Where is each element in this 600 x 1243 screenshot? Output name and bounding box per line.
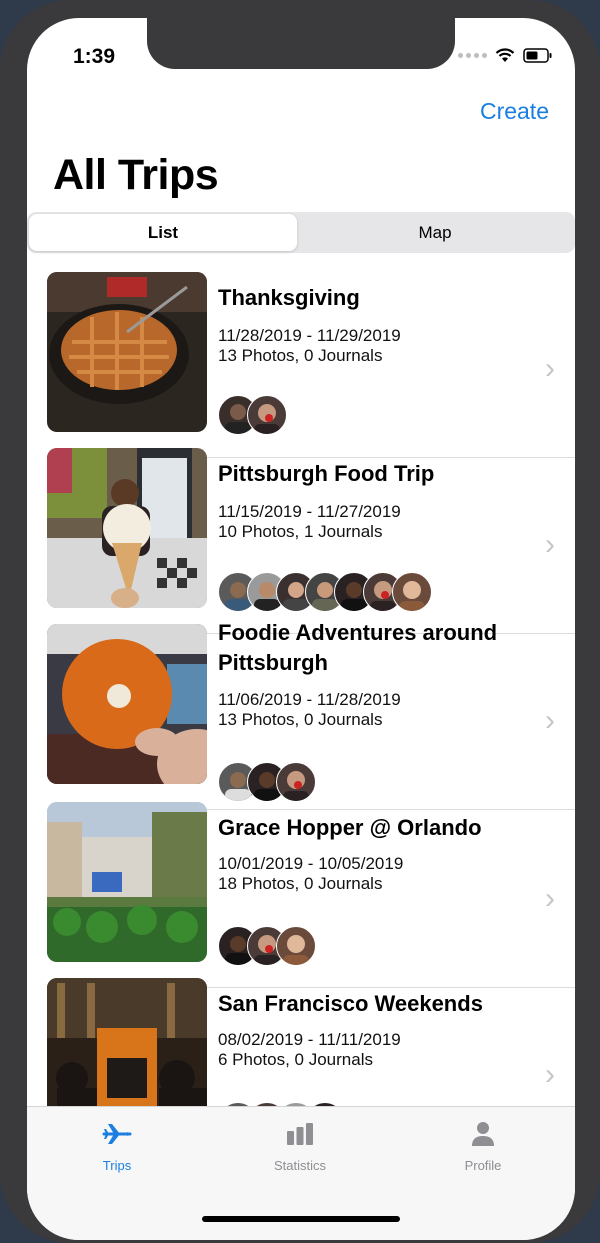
trip-title: Grace Hopper @ Orlando — [218, 815, 482, 840]
trip-thumbnail — [47, 448, 207, 608]
trip-dates: 11/28/2019 - 11/29/2019 — [218, 326, 401, 345]
battery-icon — [523, 48, 552, 63]
phone-frame: 1:39 Create All Trips List Map Thanksgiv… — [0, 0, 600, 1243]
participant-avatars — [218, 572, 432, 612]
avatar — [276, 926, 316, 966]
trip-dates: 08/02/2019 - 11/11/2019 — [218, 1030, 401, 1049]
status-time: 1:39 — [73, 45, 116, 68]
avatar — [247, 395, 287, 435]
trip-row[interactable]: Foodie Adventures around Pittsburgh 11/0… — [27, 620, 575, 810]
trip-title: Foodie Adventures around Pittsburgh — [218, 620, 498, 675]
chevron-right-icon: › — [545, 528, 555, 561]
participant-avatars — [218, 926, 316, 966]
chevron-right-icon: › — [545, 352, 555, 385]
trip-thumbnail — [47, 624, 207, 784]
avatar — [392, 572, 432, 612]
view-segmented-control: List Map — [27, 212, 575, 253]
trip-thumbnail — [47, 978, 207, 1106]
participant-avatars — [218, 395, 287, 435]
page-title: All Trips — [53, 151, 219, 199]
trip-title: Pittsburgh Food Trip — [218, 461, 435, 486]
segment-list[interactable]: List — [29, 214, 297, 251]
airplane-icon — [102, 1124, 132, 1144]
trip-dates: 10/01/2019 - 10/05/2019 — [218, 854, 404, 873]
tab-profile-label: Profile — [464, 1158, 502, 1173]
avatar — [276, 762, 316, 802]
create-button[interactable]: Create — [480, 98, 549, 125]
segment-map[interactable]: Map — [297, 214, 573, 251]
chevron-right-icon: › — [545, 882, 555, 915]
trip-thumbnail — [47, 802, 207, 962]
trip-list[interactable]: Thanksgiving 11/28/2019 - 11/29/2019 13 … — [27, 268, 575, 1106]
trip-counts: 10 Photos, 1 Journals — [218, 522, 383, 541]
trip-dates: 11/15/2019 - 11/27/2019 — [218, 502, 401, 521]
notch — [147, 18, 455, 69]
trip-title: San Francisco Weekends — [218, 991, 483, 1016]
trip-title: Thanksgiving — [218, 285, 360, 310]
trip-dates: 11/06/2019 - 11/28/2019 — [218, 690, 401, 709]
trip-row[interactable]: San Francisco Weekends 08/02/2019 - 11/1… — [27, 974, 575, 1106]
trip-thumbnail — [47, 272, 207, 432]
signal-icon — [458, 53, 487, 58]
trip-counts: 13 Photos, 0 Journals — [218, 346, 383, 365]
home-indicator — [202, 1216, 400, 1222]
bar-chart-icon — [287, 1123, 313, 1145]
trip-row[interactable]: Grace Hopper @ Orlando 10/01/2019 - 10/0… — [27, 798, 575, 988]
chevron-right-icon: › — [545, 1058, 555, 1091]
tab-trips[interactable]: Trips — [57, 1121, 177, 1173]
tab-trips-label: Trips — [102, 1158, 132, 1173]
wifi-icon — [495, 48, 515, 62]
person-icon — [472, 1122, 494, 1146]
status-icons — [458, 48, 553, 63]
app-screen: 1:39 Create All Trips List Map Thanksgiv… — [27, 18, 575, 1240]
trip-row[interactable]: Thanksgiving 11/28/2019 - 11/29/2019 13 … — [27, 268, 575, 458]
trip-counts: 6 Photos, 0 Journals — [218, 1050, 373, 1069]
trip-counts: 13 Photos, 0 Journals — [218, 710, 383, 729]
trip-row[interactable]: Pittsburgh Food Trip 11/15/2019 - 11/27/… — [27, 444, 575, 634]
chevron-right-icon: › — [545, 704, 555, 737]
tab-profile[interactable]: Profile — [423, 1121, 543, 1173]
tab-statistics[interactable]: Statistics — [240, 1121, 360, 1173]
participant-avatars — [218, 762, 316, 802]
trip-counts: 18 Photos, 0 Journals — [218, 874, 383, 893]
tab-statistics-label: Statistics — [273, 1158, 326, 1173]
